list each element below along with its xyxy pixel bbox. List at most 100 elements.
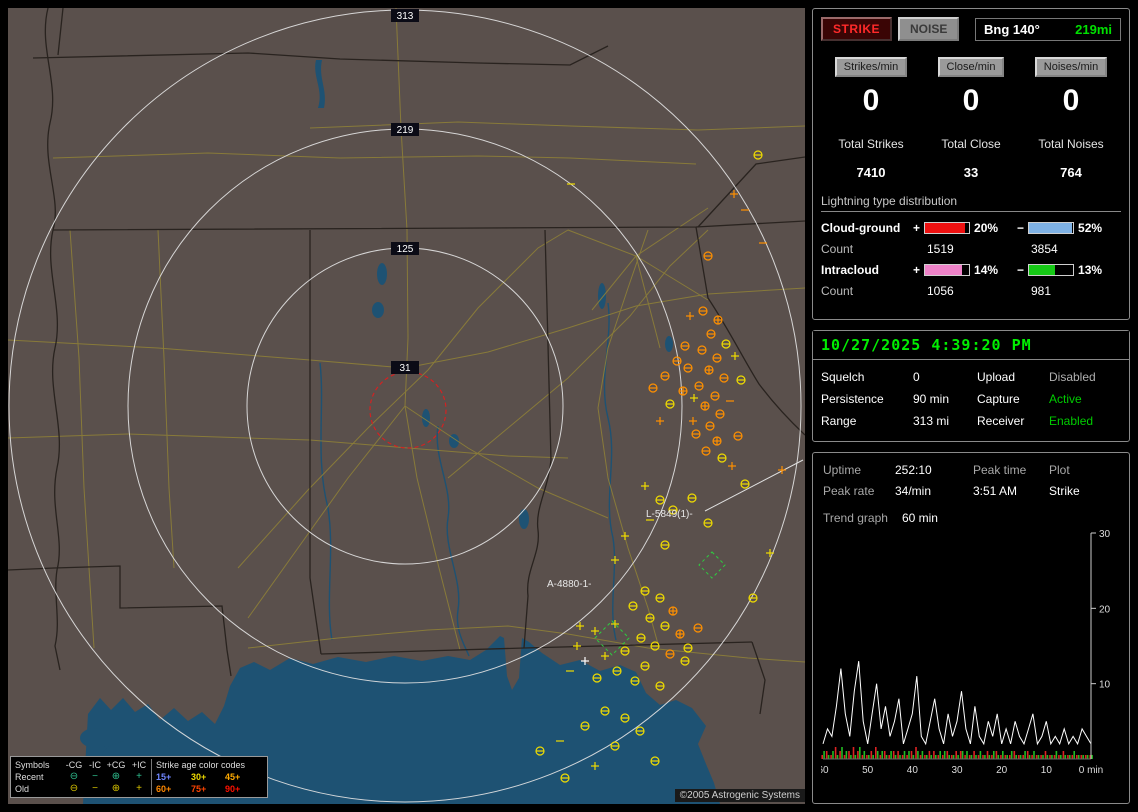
- pos-cg-old-icon: ⊕: [111, 783, 121, 794]
- close-per-min-value: 0: [962, 84, 980, 117]
- bearing-label: Bng 140°: [984, 21, 1040, 37]
- neg-cg-recent-icon: ⊖: [69, 771, 79, 782]
- ic-plus-cell: + 14%: [913, 263, 1017, 277]
- legend-col-pos-cg: +CG: [106, 760, 126, 770]
- age-90: 90+: [225, 784, 241, 794]
- svg-text:10: 10: [1099, 680, 1111, 691]
- cg-plus-cell: + 20%: [913, 221, 1017, 235]
- ic-minus-count: 981: [1031, 284, 1052, 298]
- svg-text:30: 30: [951, 765, 963, 776]
- trend-graph-header: Trend graph 60 min: [821, 500, 1121, 527]
- uptime-value: 252:10: [895, 463, 932, 477]
- strike-mode-button[interactable]: STRIKE: [821, 17, 893, 41]
- total-close-label: Total Close: [941, 137, 1001, 151]
- age-15: 15+: [151, 771, 191, 783]
- uptime-label: Uptime: [823, 463, 862, 477]
- total-close-value: 33: [963, 165, 979, 180]
- svg-text:125: 125: [397, 244, 414, 255]
- pos-ic-old-icon: +: [136, 783, 142, 794]
- svg-text:219: 219: [397, 125, 414, 136]
- session-stats: Uptime 252:10 Peak time Plot Peak rate 3…: [821, 461, 1121, 500]
- trend-graph: 30 20 10 60 50 40 30 20 10 0 min: [821, 529, 1111, 776]
- cg-plus-bar: [924, 222, 971, 234]
- upload-label: Upload: [977, 370, 1016, 384]
- peak-time-value: 3:51 AM: [973, 484, 1018, 498]
- ic-minus-cell: − 13%: [1017, 263, 1121, 277]
- noises-per-min-value: 0: [1062, 84, 1080, 117]
- svg-text:313: 313: [397, 11, 414, 22]
- neg-cg-old-icon: ⊖: [69, 783, 79, 794]
- cg-plus-bar-fill: [925, 223, 965, 233]
- legend-old-label: Old: [15, 784, 30, 794]
- trend-panel: Uptime 252:10 Peak time Plot Peak rate 3…: [812, 452, 1130, 804]
- legend-age-header: Strike age color codes: [151, 759, 263, 771]
- bearing-readout[interactable]: Bng 140° 219mi: [975, 17, 1121, 41]
- legend-recent-label: Recent: [15, 772, 44, 782]
- persistence-value: 90 min: [913, 392, 950, 406]
- overlay-layer: 313 219 125 31 L-5849(1)- A-4880-1-: [8, 9, 804, 803]
- svg-text:40: 40: [907, 765, 919, 776]
- peak-rate-value: 34/min: [895, 484, 932, 498]
- legend-col-pos-ic: +IC: [131, 760, 147, 770]
- legend-symbols-header: Symbols: [15, 760, 50, 770]
- ic-minus-bar-fill: [1029, 265, 1056, 275]
- capture-label: Capture: [977, 392, 1020, 406]
- lightning-map[interactable]: 313 219 125 31 L-5849(1)- A-4880-1- Symbols -…: [8, 8, 805, 804]
- svg-text:20: 20: [1099, 604, 1111, 615]
- cg-plus-count: 1519: [927, 242, 954, 256]
- minus-sign: −: [1017, 221, 1025, 235]
- total-noises-value: 764: [1060, 165, 1082, 180]
- ic-minus-bar: [1028, 264, 1075, 276]
- squelch-value: 0: [913, 370, 920, 384]
- strikes-per-min-header[interactable]: Strikes/min: [834, 57, 908, 77]
- noise-mode-button[interactable]: NOISE: [898, 17, 960, 41]
- neg-ic-old-icon: −: [92, 783, 98, 794]
- close-per-min-header[interactable]: Close/min: [937, 57, 1005, 77]
- minus-sign: −: [1017, 263, 1025, 277]
- ic-plus-bar: [924, 264, 971, 276]
- svg-text:0 min: 0 min: [1079, 765, 1103, 776]
- copyright-notice: ©2005 Astrogenic Systems: [674, 789, 805, 802]
- ic-plus-pct: 14%: [974, 263, 999, 277]
- trend-graph-label: Trend graph: [823, 511, 888, 525]
- total-strikes-label: Total Strikes: [838, 137, 904, 151]
- receiver-status: Enabled: [1049, 414, 1094, 428]
- age-75: 75+: [191, 784, 207, 794]
- plus-sign: +: [913, 221, 921, 235]
- noises-per-min-header[interactable]: Noises/min: [1034, 57, 1108, 77]
- legend-col-neg-cg: -CG: [65, 760, 83, 770]
- ic-count-label: Count: [821, 284, 854, 298]
- svg-text:60: 60: [821, 765, 829, 776]
- svg-text:10: 10: [1041, 765, 1053, 776]
- peak-rate-label: Peak rate: [823, 484, 875, 498]
- svg-text:31: 31: [399, 363, 411, 374]
- cg-minus-bar: [1028, 222, 1075, 234]
- bearing-range: 219mi: [1075, 21, 1112, 37]
- counters-panel: STRIKE NOISE Bng 140° 219mi Strikes/min …: [812, 8, 1130, 320]
- total-noises-label: Total Noises: [1038, 137, 1104, 151]
- receiver-label: Receiver: [977, 414, 1025, 428]
- ic-minus-pct: 13%: [1078, 263, 1103, 277]
- ic-plus-count: 1056: [927, 284, 954, 298]
- distribution-title: Lightning type distribution: [821, 194, 1121, 212]
- neg-ic-recent-icon: −: [92, 771, 98, 782]
- mode-toolbar: STRIKE NOISE Bng 140° 219mi: [821, 17, 1121, 41]
- intracloud-label: Intracloud: [821, 263, 880, 277]
- ic-plus-bar-fill: [925, 265, 963, 275]
- peak-time-label: Peak time: [973, 463, 1027, 477]
- plus-sign: +: [913, 263, 921, 277]
- svg-text:L-5849(1)-: L-5849(1)-: [646, 509, 693, 520]
- trend-graph-window: 60 min: [901, 511, 938, 525]
- range-value: 313 mi: [913, 414, 950, 428]
- plot-label: Plot: [1049, 463, 1070, 477]
- persistence-label: Persistence: [821, 392, 884, 406]
- strike-legend: Symbols -CG -IC +CG +IC Strike age color…: [10, 756, 268, 798]
- upload-status: Disabled: [1049, 370, 1096, 384]
- rate-counters: Strikes/min 0 Total Strikes 7410 Close/m…: [821, 57, 1121, 180]
- close-rate-column: Close/min 0 Total Close 33: [921, 57, 1021, 180]
- water-bodies: [80, 60, 720, 804]
- cg-plus-pct: 20%: [974, 221, 999, 235]
- pos-ic-recent-icon: +: [136, 771, 142, 782]
- svg-text:20: 20: [996, 765, 1008, 776]
- svg-text:50: 50: [862, 765, 874, 776]
